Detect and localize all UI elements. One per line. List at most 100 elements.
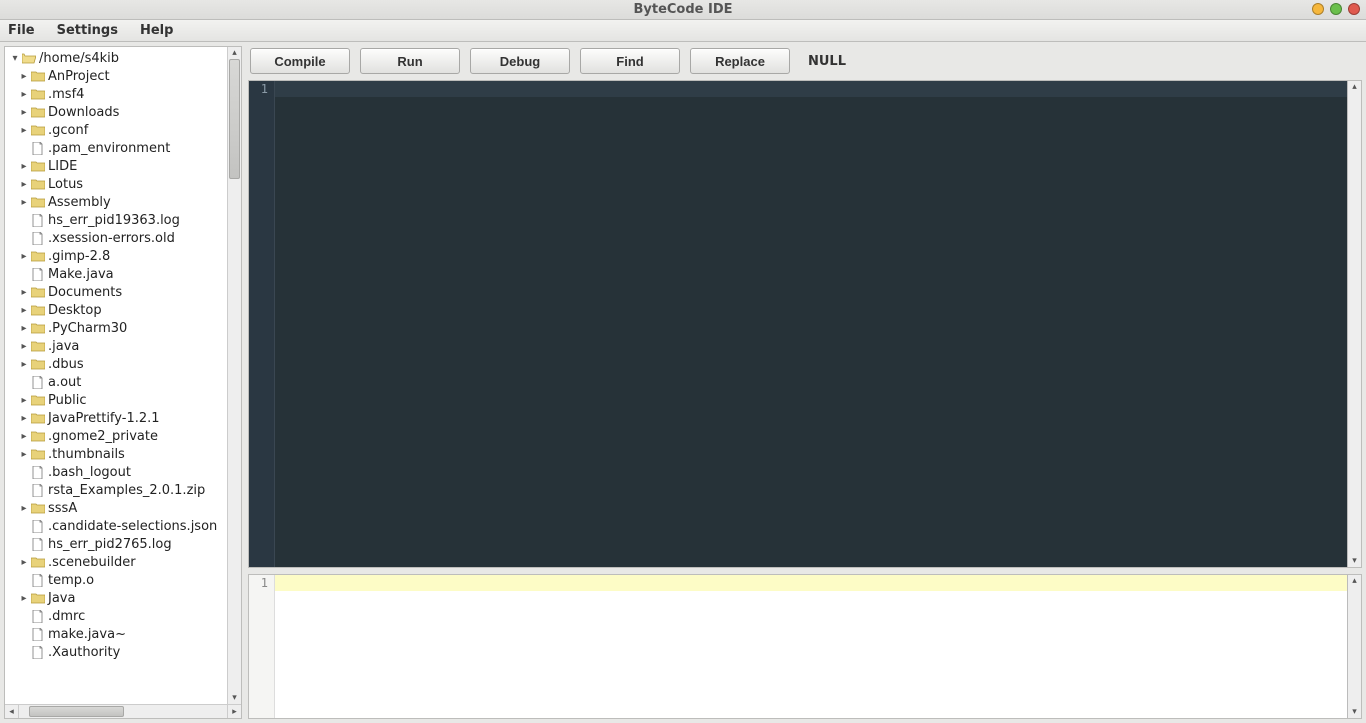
scroll-down-icon[interactable]: ▾: [228, 692, 241, 704]
maximize-icon[interactable]: [1330, 3, 1342, 15]
scroll-up-icon[interactable]: ▴: [228, 47, 241, 59]
expand-toggle-icon[interactable]: ▸: [18, 341, 30, 352]
tree-folder-item[interactable]: ▸.PyCharm30: [5, 319, 227, 337]
tree-folder-item[interactable]: ▸Public: [5, 391, 227, 409]
tree-folder-item[interactable]: ▸.gnome2_private: [5, 427, 227, 445]
tree-file-item[interactable]: ▸.dmrc: [5, 607, 227, 625]
tree-folder-item[interactable]: ▾/home/s4kib: [5, 49, 227, 67]
code-editor[interactable]: 1 ▴ ▾: [248, 80, 1362, 568]
tree-folder-item[interactable]: ▸sssA: [5, 499, 227, 517]
editor-vertical-scrollbar[interactable]: ▴ ▾: [1347, 81, 1361, 567]
expand-toggle-icon[interactable]: ▸: [18, 557, 30, 568]
expand-toggle-icon[interactable]: ▸: [18, 323, 30, 334]
tree-folder-item[interactable]: ▸JavaPrettify-1.2.1: [5, 409, 227, 427]
expand-toggle-icon[interactable]: ▸: [18, 89, 30, 100]
tree-file-item[interactable]: ▸a.out: [5, 373, 227, 391]
minimize-icon[interactable]: [1312, 3, 1324, 15]
scroll-up-icon[interactable]: ▴: [1348, 81, 1361, 93]
expand-toggle-icon[interactable]: ▸: [18, 179, 30, 190]
scroll-up-icon[interactable]: ▴: [1348, 575, 1361, 587]
tree-folder-item[interactable]: ▸.msf4: [5, 85, 227, 103]
file-icon: [30, 574, 45, 587]
editor-gutter: 1: [249, 81, 275, 567]
folder-icon: [30, 556, 45, 569]
debug-button[interactable]: Debug: [470, 48, 570, 74]
tree-folder-item[interactable]: ▸Java: [5, 589, 227, 607]
file-icon: [30, 484, 45, 497]
tree-file-item[interactable]: ▸.xsession-errors.old: [5, 229, 227, 247]
tree-file-item[interactable]: ▸.pam_environment: [5, 139, 227, 157]
file-tree[interactable]: ▾/home/s4kib▸AnProject▸.msf4▸Downloads▸.…: [5, 47, 227, 704]
tree-folder-item[interactable]: ▸LIDE: [5, 157, 227, 175]
expand-toggle-icon[interactable]: ▸: [18, 107, 30, 118]
tree-file-item[interactable]: ▸.bash_logout: [5, 463, 227, 481]
expand-toggle-icon[interactable]: ▸: [18, 251, 30, 262]
tree-file-item[interactable]: ▸rsta_Examples_2.0.1.zip: [5, 481, 227, 499]
file-icon: [30, 628, 45, 641]
output-gutter: 1: [249, 575, 275, 718]
tree-folder-item[interactable]: ▸.dbus: [5, 355, 227, 373]
expand-toggle-icon[interactable]: ▸: [18, 359, 30, 370]
expand-toggle-icon[interactable]: ▸: [18, 125, 30, 136]
tree-folder-item[interactable]: ▸.gconf: [5, 121, 227, 139]
tree-folder-item[interactable]: ▸Assembly: [5, 193, 227, 211]
collapse-toggle-icon[interactable]: ▾: [9, 53, 21, 64]
output-panel[interactable]: 1 ▴ ▾: [248, 574, 1362, 719]
expand-toggle-icon[interactable]: ▸: [18, 161, 30, 172]
scroll-left-icon[interactable]: ◂: [5, 705, 19, 718]
toolbar: Compile Run Debug Find Replace NULL: [248, 46, 1362, 80]
tree-file-item[interactable]: ▸.Xauthority: [5, 643, 227, 661]
replace-button[interactable]: Replace: [690, 48, 790, 74]
tree-horizontal-scrollbar[interactable]: ◂ ▸: [5, 704, 241, 718]
expand-toggle-icon[interactable]: ▸: [18, 305, 30, 316]
menu-settings[interactable]: Settings: [53, 21, 122, 40]
expand-toggle-icon[interactable]: ▸: [18, 431, 30, 442]
tree-folder-item[interactable]: ▸Lotus: [5, 175, 227, 193]
window-controls: [1312, 3, 1360, 15]
menu-help[interactable]: Help: [136, 21, 177, 40]
tree-folder-item[interactable]: ▸Downloads: [5, 103, 227, 121]
close-icon[interactable]: [1348, 3, 1360, 15]
hscrollbar-thumb[interactable]: [29, 706, 124, 717]
content-area: ▾/home/s4kib▸AnProject▸.msf4▸Downloads▸.…: [0, 42, 1366, 723]
run-button[interactable]: Run: [360, 48, 460, 74]
scroll-down-icon[interactable]: ▾: [1348, 706, 1361, 718]
tree-folder-item[interactable]: ▸Desktop: [5, 301, 227, 319]
editor-body[interactable]: [275, 81, 1347, 567]
tree-item-label: Documents: [48, 285, 122, 300]
tree-file-item[interactable]: ▸temp.o: [5, 571, 227, 589]
expand-toggle-icon[interactable]: ▸: [18, 593, 30, 604]
menu-file[interactable]: File: [4, 21, 39, 40]
folder-icon: [30, 322, 45, 335]
scroll-down-icon[interactable]: ▾: [1348, 555, 1361, 567]
folder-icon: [30, 160, 45, 173]
find-button[interactable]: Find: [580, 48, 680, 74]
scrollbar-thumb[interactable]: [229, 59, 240, 179]
output-vertical-scrollbar[interactable]: ▴ ▾: [1347, 575, 1361, 718]
file-icon: [30, 232, 45, 245]
tree-file-item[interactable]: ▸Make.java: [5, 265, 227, 283]
expand-toggle-icon[interactable]: ▸: [18, 287, 30, 298]
tree-file-item[interactable]: ▸.candidate-selections.json: [5, 517, 227, 535]
tree-folder-item[interactable]: ▸.scenebuilder: [5, 553, 227, 571]
expand-toggle-icon[interactable]: ▸: [18, 395, 30, 406]
output-body[interactable]: [275, 575, 1347, 718]
tree-file-item[interactable]: ▸hs_err_pid2765.log: [5, 535, 227, 553]
expand-toggle-icon[interactable]: ▸: [18, 71, 30, 82]
compile-button[interactable]: Compile: [250, 48, 350, 74]
tree-item-label: hs_err_pid2765.log: [48, 537, 172, 552]
scroll-right-icon[interactable]: ▸: [227, 705, 241, 718]
tree-file-item[interactable]: ▸hs_err_pid19363.log: [5, 211, 227, 229]
expand-toggle-icon[interactable]: ▸: [18, 449, 30, 460]
tree-folder-item[interactable]: ▸.java: [5, 337, 227, 355]
tree-vertical-scrollbar[interactable]: ▴ ▾: [227, 47, 241, 704]
expand-toggle-icon[interactable]: ▸: [18, 413, 30, 424]
tree-folder-item[interactable]: ▸AnProject: [5, 67, 227, 85]
file-tree-panel: ▾/home/s4kib▸AnProject▸.msf4▸Downloads▸.…: [4, 46, 242, 719]
expand-toggle-icon[interactable]: ▸: [18, 197, 30, 208]
tree-file-item[interactable]: ▸make.java~: [5, 625, 227, 643]
tree-folder-item[interactable]: ▸.thumbnails: [5, 445, 227, 463]
tree-folder-item[interactable]: ▸.gimp-2.8: [5, 247, 227, 265]
expand-toggle-icon[interactable]: ▸: [18, 503, 30, 514]
tree-folder-item[interactable]: ▸ Documents: [5, 283, 227, 301]
